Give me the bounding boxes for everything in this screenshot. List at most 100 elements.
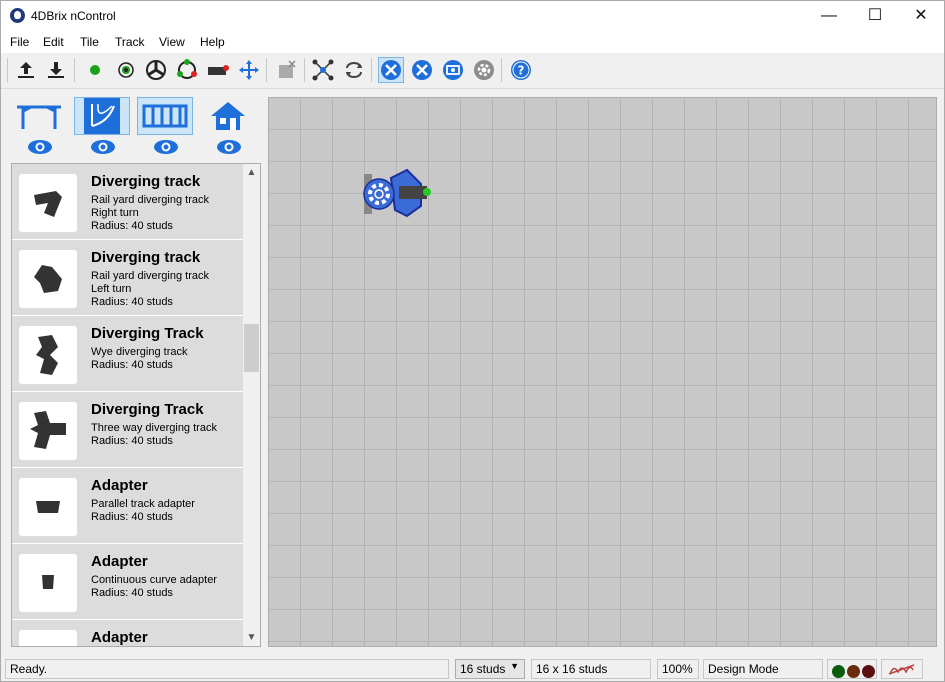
- menu-file[interactable]: File: [10, 35, 29, 49]
- visibility-eye-icon[interactable]: [153, 139, 179, 155]
- tile-description: Rail yard diverging track: [91, 194, 209, 206]
- design-mode-icon[interactable]: [378, 57, 404, 83]
- tile-title: Diverging Track: [91, 325, 204, 342]
- menu-tile[interactable]: Tile: [80, 35, 99, 49]
- list-item[interactable]: Diverging Track Three way diverging trac…: [12, 392, 243, 468]
- train-icon[interactable]: [205, 57, 231, 83]
- chevron-down-icon: ▼: [510, 661, 519, 671]
- grid-size-select[interactable]: 16 studs ▼: [455, 659, 525, 679]
- grid-size-label: 16 x 16 studs: [531, 659, 651, 679]
- window-title: 4DBrix nControl: [31, 9, 116, 23]
- tile-list: Diverging track Rail yard diverging trac…: [11, 163, 261, 647]
- tile-description: Left turn: [91, 283, 132, 295]
- delete-icon[interactable]: [273, 57, 299, 83]
- status-message: Ready.: [5, 659, 449, 679]
- tile-description: Radius: 40 studs: [91, 296, 173, 308]
- tile-title: Diverging Track: [91, 401, 204, 418]
- list-scrollbar[interactable]: ▲ ▼: [243, 164, 260, 646]
- visibility-eye-icon[interactable]: [90, 139, 116, 155]
- toolbar-separator: [304, 58, 305, 82]
- menu-bar: File Edit Tile Track View Help: [1, 31, 944, 53]
- toolbar-separator: [266, 58, 267, 82]
- tile-description: Radius: 40 studs: [91, 511, 173, 523]
- signal-status[interactable]: [881, 659, 923, 679]
- menu-track[interactable]: Track: [115, 35, 145, 49]
- toolbar: ?: [1, 53, 944, 89]
- network-icon[interactable]: [310, 57, 336, 83]
- tile-thumbnail: [19, 478, 77, 536]
- placed-track-tile[interactable]: [361, 166, 441, 226]
- close-button[interactable]: ✕: [898, 1, 944, 31]
- tile-title: Adapter: [91, 477, 148, 494]
- tile-thumbnail: [19, 402, 77, 460]
- screen-icon[interactable]: [440, 57, 466, 83]
- scroll-down-icon[interactable]: ▼: [243, 629, 260, 646]
- tile-description: Continuous curve adapter: [91, 574, 217, 586]
- tile-description: Wye diverging track: [91, 346, 188, 358]
- tools-icon[interactable]: [409, 57, 435, 83]
- tile-thumbnail: [19, 554, 77, 612]
- turntable-icon[interactable]: [143, 57, 169, 83]
- toolbar-grip: [7, 58, 8, 82]
- app-logo-icon: [10, 8, 25, 23]
- loop-icon[interactable]: [174, 57, 200, 83]
- tile-title: Adapter: [91, 629, 148, 646]
- toolbar-separator: [74, 58, 75, 82]
- tile-description: Radius: 40 studs: [91, 587, 173, 599]
- light-green-icon: [832, 665, 845, 678]
- tile-thumbnail: [19, 174, 77, 232]
- upload-icon[interactable]: [13, 57, 39, 83]
- list-item[interactable]: Diverging track Rail yard diverging trac…: [12, 164, 243, 240]
- visibility-eye-icon[interactable]: [216, 139, 242, 155]
- cycle-icon[interactable]: [341, 57, 367, 83]
- tile-thumbnail: [19, 630, 77, 646]
- menu-help[interactable]: Help: [200, 35, 225, 49]
- svg-text:?: ?: [518, 64, 525, 78]
- menu-view[interactable]: View: [159, 35, 185, 49]
- title-bar: 4DBrix nControl — ☐ ✕: [1, 1, 944, 31]
- light-orange-icon: [847, 665, 860, 678]
- tile-thumbnail: [19, 250, 77, 308]
- help-icon[interactable]: ?: [508, 57, 534, 83]
- toolbar-separator: [501, 58, 502, 82]
- list-item[interactable]: Adapter: [12, 620, 243, 646]
- app-window: 4DBrix nControl — ☐ ✕ File Edit Tile Tra…: [0, 0, 945, 682]
- minimize-button[interactable]: —: [806, 1, 852, 31]
- zoom-level: 100%: [657, 659, 699, 679]
- list-item[interactable]: Adapter Parallel track adapter Radius: 4…: [12, 468, 243, 544]
- tile-description: Radius: 40 studs: [91, 220, 173, 232]
- tile-description: Three way diverging track: [91, 422, 217, 434]
- tile-thumbnail: [19, 326, 77, 384]
- connection-lights: [827, 659, 877, 679]
- settings-icon[interactable]: [471, 57, 497, 83]
- category-buildings-button[interactable]: [200, 97, 256, 135]
- mode-label: Design Mode: [703, 659, 823, 679]
- category-curves-button[interactable]: [74, 97, 130, 135]
- tile-description: Right turn: [91, 207, 139, 219]
- tile-library-panel: Diverging track Rail yard diverging trac…: [5, 91, 265, 655]
- status-bar: Ready. 16 studs ▼ 16 x 16 studs 100% Des…: [1, 657, 944, 681]
- download-icon[interactable]: [43, 57, 69, 83]
- category-bridges-button[interactable]: [11, 97, 67, 135]
- list-item[interactable]: Diverging Track Wye diverging track Radi…: [12, 316, 243, 392]
- sensor-icon[interactable]: [113, 57, 139, 83]
- layout-canvas[interactable]: [268, 97, 937, 647]
- tile-title: Diverging track: [91, 173, 201, 190]
- light-red-icon: [862, 665, 875, 678]
- tile-description: Radius: 40 studs: [91, 359, 173, 371]
- scroll-up-icon[interactable]: ▲: [243, 164, 260, 181]
- tile-description: Rail yard diverging track: [91, 270, 209, 282]
- grid-size-select-value: 16 studs: [460, 662, 506, 676]
- scroll-thumb[interactable]: [244, 324, 259, 372]
- signal-off-icon: [888, 664, 915, 675]
- tile-description: Radius: 40 studs: [91, 435, 173, 447]
- list-item[interactable]: Diverging track Rail yard diverging trac…: [12, 240, 243, 316]
- maximize-button[interactable]: ☐: [852, 1, 898, 31]
- tile-title: Diverging track: [91, 249, 201, 266]
- category-straights-button[interactable]: [137, 97, 193, 135]
- visibility-eye-icon[interactable]: [27, 139, 53, 155]
- green-dot-icon[interactable]: [82, 57, 108, 83]
- move-icon[interactable]: [236, 57, 262, 83]
- menu-edit[interactable]: Edit: [43, 35, 64, 49]
- list-item[interactable]: Adapter Continuous curve adapter Radius:…: [12, 544, 243, 620]
